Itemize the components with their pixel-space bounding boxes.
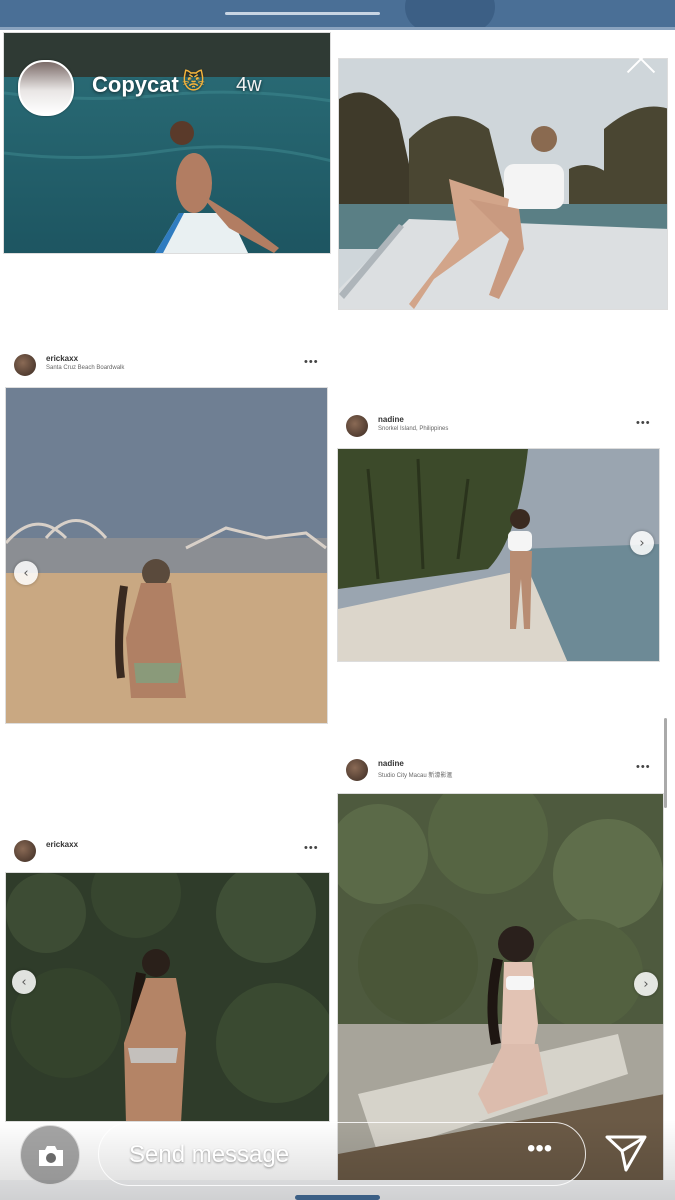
close-icon[interactable]	[622, 40, 660, 78]
post-header: erickaxx •••	[14, 840, 322, 870]
story-timestamp: 4w	[236, 74, 262, 96]
more-options-icon[interactable]: •••	[636, 417, 651, 429]
palm-beach-image	[338, 449, 659, 661]
scroll-indicator[interactable]	[664, 718, 667, 808]
post-username[interactable]: nadine	[378, 415, 404, 424]
send-button[interactable]	[604, 1133, 648, 1178]
more-options-icon[interactable]: •••	[636, 761, 651, 773]
post-photo-palm-beach: ›	[337, 448, 660, 662]
post-username[interactable]: erickaxx	[46, 840, 78, 849]
carousel-next-icon[interactable]: ›	[634, 972, 658, 996]
post-photo-foliage: ‹	[5, 872, 330, 1122]
post-photo-boardwalk: ‹	[5, 387, 328, 724]
avatar[interactable]	[14, 354, 36, 376]
carousel-prev-icon[interactable]: ‹	[14, 561, 38, 585]
send-message-input[interactable]: Send message •••	[98, 1122, 586, 1186]
post-header: erickaxx Santa Cruz Beach Boardwalk •••	[14, 354, 322, 384]
home-indicator	[295, 1195, 380, 1200]
send-icon	[605, 1135, 647, 1172]
post-location[interactable]: Studio City Macau 新濠影滙	[378, 770, 452, 779]
avatar[interactable]	[14, 840, 36, 862]
post-header: nadine Snorkel Island, Philippines •••	[346, 415, 656, 445]
post-photo-boat-cliffs	[338, 58, 668, 310]
story-content: erickaxx Santa Cruz Beach Boardwalk ••• …	[0, 30, 675, 1180]
post-header: nadine Studio City Macau 新濠影滙 •••	[346, 759, 656, 789]
boardwalk-image	[6, 388, 327, 723]
more-options-icon[interactable]: •••	[304, 356, 319, 368]
more-icon[interactable]: •••	[527, 1135, 552, 1163]
camera-icon	[39, 1146, 63, 1166]
carousel-next-icon[interactable]: ›	[630, 531, 654, 555]
avatar[interactable]	[346, 415, 368, 437]
post-location[interactable]: Snorkel Island, Philippines	[378, 426, 448, 432]
avatar[interactable]	[346, 759, 368, 781]
angry-cat-emoji: 😾	[182, 70, 205, 95]
camera-button[interactable]	[20, 1125, 80, 1185]
more-options-icon[interactable]: •••	[304, 842, 319, 854]
status-bar	[0, 0, 675, 32]
carousel-prev-icon[interactable]: ‹	[12, 970, 36, 994]
story-progress-bar	[225, 12, 380, 15]
post-username[interactable]: nadine	[378, 759, 404, 768]
post-location[interactable]: Santa Cruz Beach Boardwalk	[46, 365, 124, 371]
foliage-image	[6, 873, 329, 1121]
send-message-placeholder: Send message	[129, 1141, 290, 1168]
story-username[interactable]: Copycat	[92, 72, 179, 98]
boat-cliffs-image	[339, 59, 667, 309]
post-username[interactable]: erickaxx	[46, 354, 78, 363]
avatar[interactable]	[18, 60, 74, 116]
